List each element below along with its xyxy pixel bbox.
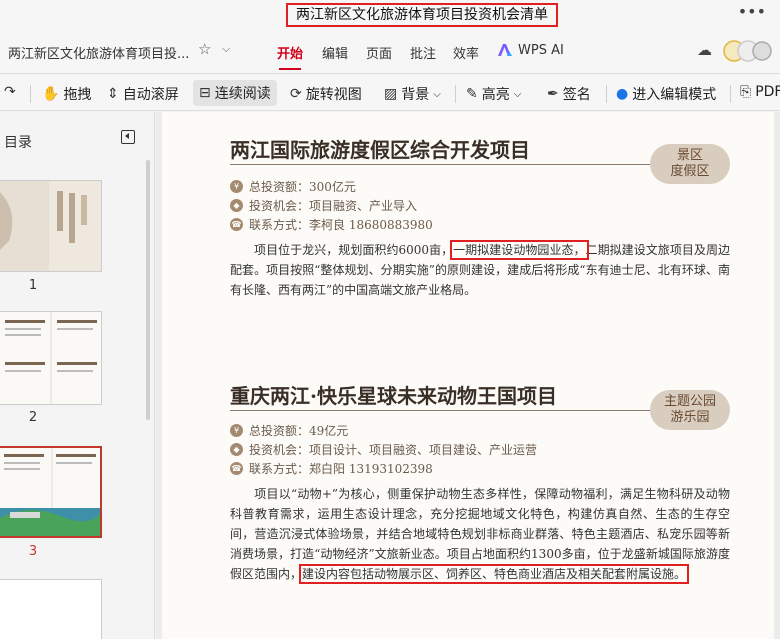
project-2-opportunity: ◆ 投资机会：项目设计、项目融资、项目建设、产业运营 xyxy=(230,441,537,458)
outline-sidebar: 目录 1 2 3 xyxy=(0,112,155,639)
project-2-title: 重庆两江·快乐星球未来动物王国项目 xyxy=(230,384,557,408)
highlight-button[interactable]: ✎ 高亮 ⌵ xyxy=(466,84,521,104)
document-tab[interactable]: 两江新区文化旅游体育项目投... xyxy=(8,43,189,62)
page-thumbnail-4[interactable] xyxy=(0,579,102,639)
title-rule xyxy=(230,410,654,411)
coin-icon: ¥ xyxy=(230,180,243,193)
sidebar-scrollbar[interactable] xyxy=(146,160,150,420)
outline-title: 目录 xyxy=(4,135,32,151)
page-thumbnail-3[interactable] xyxy=(0,446,102,538)
contact-icon: ☎ xyxy=(230,218,243,231)
hand-icon: ✋ xyxy=(42,86,60,102)
avatar[interactable] xyxy=(722,39,772,63)
redo-icon[interactable]: ↷ xyxy=(4,84,20,100)
page-number-2: 2 xyxy=(28,410,38,425)
page-thumbnail-1[interactable] xyxy=(0,180,102,272)
opportunity-icon: ◆ xyxy=(230,443,243,456)
project-1-description: 项目位于龙兴，规划面积约6000亩，一期拟建设动物园业态，二期拟建设文旅项目及周… xyxy=(230,240,730,297)
pdf-button[interactable]: ⎘ PDF xyxy=(740,84,780,100)
highlight-box: 建设内容包括动物展示区、饲养区、特色商业酒店及相关配套附属设施。 xyxy=(299,564,690,584)
page-number-1: 1 xyxy=(28,278,38,293)
menu-efficiency[interactable]: 效率 xyxy=(453,43,479,62)
project-2-description: 项目以“动物+”为核心，侧重保护动物生态多样性，保障动物福利，满足生物科研及动物… xyxy=(230,487,730,584)
document-page: 两江国际旅游度假区综合开发项目 景区 度假区 ¥ 总投资额：300亿元 ◆ 投资机会… xyxy=(162,112,774,639)
project-1-title: 两江国际旅游度假区综合开发项目 xyxy=(230,138,530,162)
pdf-icon: ⎘ xyxy=(740,84,752,100)
wps-ai-button[interactable]: WPS AI xyxy=(518,43,564,58)
document-view[interactable]: 两江国际旅游度假区综合开发项目 景区 度假区 ¥ 总投资额：300亿元 ◆ 投资机会… xyxy=(156,112,780,639)
project-1-opportunity: ◆ 投资机会：项目融资、产业导入 xyxy=(230,197,417,214)
opportunity-icon: ◆ xyxy=(230,199,243,212)
star-icon[interactable]: ☆ xyxy=(198,40,211,58)
contact-icon: ☎ xyxy=(230,462,243,475)
auto-scroll-icon: ⇕ xyxy=(107,86,119,102)
project-2-category-badge: 主题公园 游乐园 xyxy=(650,390,730,430)
drag-button[interactable]: ✋ 拖拽 xyxy=(42,84,91,104)
highlighter-icon: ✎ xyxy=(466,86,478,102)
page-thumbnail-2[interactable] xyxy=(0,311,102,405)
separator xyxy=(30,85,31,103)
background-icon: ▨ xyxy=(384,86,398,102)
thumbnail-image xyxy=(0,181,101,271)
project-2-investment: ¥ 总投资额：49亿元 xyxy=(230,422,348,439)
separator xyxy=(455,85,456,103)
enter-edit-mode-button[interactable]: ● 进入编辑模式 xyxy=(616,84,716,104)
project-2-contact: ☎ 联系方式：郑白阳 13193102398 xyxy=(230,462,433,476)
project-1-contact: ☎ 联系方式：李柯良 18680883980 xyxy=(230,218,433,232)
collapse-sidebar-icon[interactable] xyxy=(121,130,135,144)
separator xyxy=(730,85,731,103)
project-1-category-badge: 景区 度假区 xyxy=(650,144,730,184)
menu-page[interactable]: 页面 xyxy=(366,43,392,62)
separator xyxy=(606,85,607,103)
cloud-sync-icon[interactable]: ☁ xyxy=(697,41,712,59)
rotate-icon: ⟳ xyxy=(290,86,302,102)
title-rule xyxy=(230,164,654,165)
more-icon[interactable]: ••• xyxy=(738,2,766,21)
chevron-down-icon[interactable]: ⌵ xyxy=(222,42,230,56)
menu-annotate[interactable]: 批注 xyxy=(410,43,436,62)
edit-mode-icon: ● xyxy=(616,86,629,102)
rotate-view-button[interactable]: ⟳ 旋转视图 xyxy=(290,84,362,104)
menu-home[interactable]: 开始 xyxy=(277,43,303,70)
signature-button[interactable]: ✒ 签名 xyxy=(547,84,591,104)
continuous-read-icon: ⊟ xyxy=(199,85,211,101)
title-bar: 两江新区文化旅游体育项目投资机会清单 ••• xyxy=(0,0,780,30)
page-number-3: 3 xyxy=(28,544,38,559)
toolbar: ↷ ✋ 拖拽 ⇕ 自动滚屏 ⊟ 连续阅读 ⟳ 旋转视图 ▨ 背景 ⌵ ✎ 高亮 ⌵ ✒ 签名 ● 进… xyxy=(0,75,780,111)
highlight-box: 一期拟建设动物园业态， xyxy=(450,240,589,260)
thumbnail-image xyxy=(0,448,100,536)
thumbnail-image xyxy=(0,312,101,404)
continuous-read-button[interactable]: ⊟ 连续阅读 xyxy=(193,80,277,106)
menu-edit[interactable]: 编辑 xyxy=(322,43,348,62)
signature-icon: ✒ xyxy=(547,86,559,102)
menu-bar: 两江新区文化旅游体育项目投... ☆ ⌵ 开始 编辑 页面 批注 效率 WPS … xyxy=(0,30,780,74)
wps-ai-icon[interactable] xyxy=(497,43,513,57)
coin-icon: ¥ xyxy=(230,424,243,437)
window-title: 两江新区文化旅游体育项目投资机会清单 xyxy=(286,3,558,27)
project-1-investment: ¥ 总投资额：300亿元 xyxy=(230,178,356,195)
auto-scroll-button[interactable]: ⇕ 自动滚屏 xyxy=(107,84,179,104)
background-button[interactable]: ▨ 背景 ⌵ xyxy=(384,84,441,104)
